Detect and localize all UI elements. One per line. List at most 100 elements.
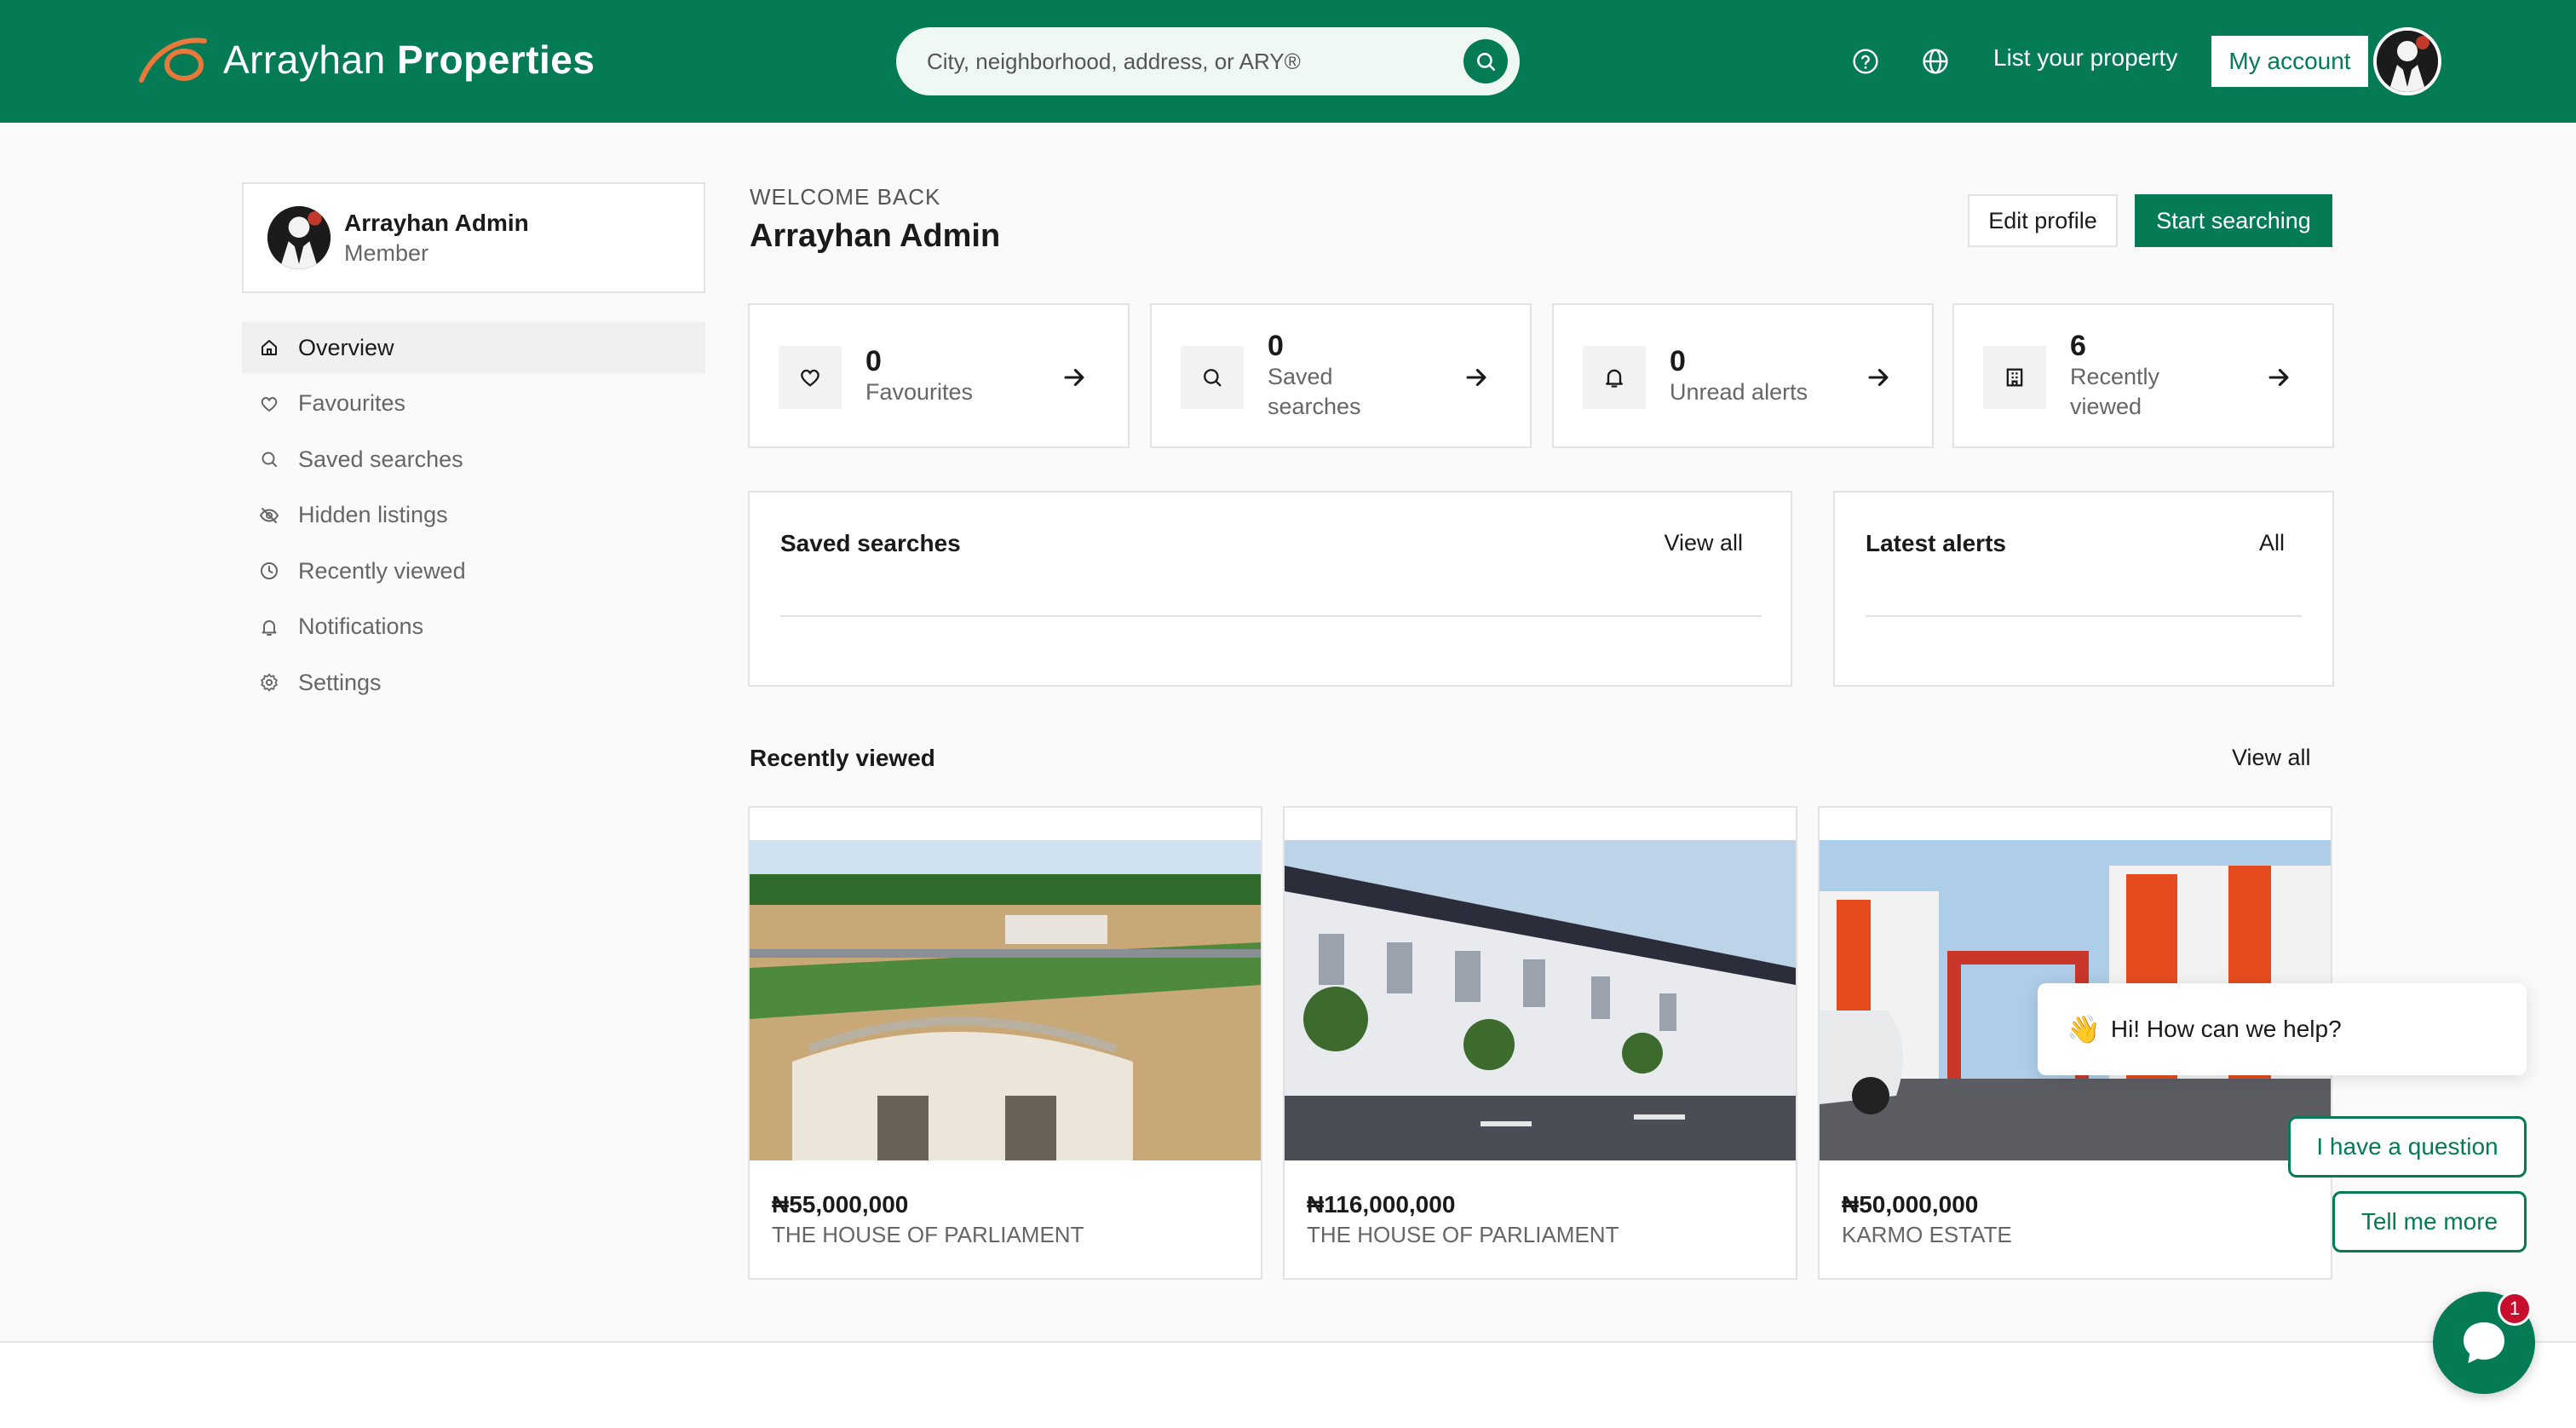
sidebar-item-favourites[interactable]: Favourites bbox=[242, 378, 705, 429]
arrow-right-icon bbox=[1868, 368, 1889, 387]
gear-icon bbox=[261, 673, 278, 692]
notification-badge: 1 bbox=[2498, 1292, 2532, 1326]
my-account-button[interactable]: My account bbox=[2211, 36, 2368, 87]
list-property-link[interactable]: List your property bbox=[1993, 44, 2177, 72]
sidebar-item-saved-searches[interactable]: Saved searches bbox=[242, 434, 705, 485]
search-input[interactable] bbox=[927, 27, 1438, 95]
edit-profile-button[interactable]: Edit profile bbox=[1968, 194, 2118, 247]
sidebar-item-notifications[interactable]: Notifications bbox=[242, 602, 705, 653]
sidebar-nav: Overview Favourites Saved searches Hidde… bbox=[242, 322, 705, 713]
stat-label: Unread alerts bbox=[1670, 378, 1808, 405]
sidebar-item-label: Hidden listings bbox=[298, 502, 448, 527]
arrow-right-icon bbox=[1466, 368, 1486, 387]
heart-icon bbox=[261, 396, 278, 412]
sidebar-item-settings[interactable]: Settings bbox=[242, 657, 705, 708]
property-photo bbox=[750, 840, 1261, 1160]
property-name: THE HOUSE OF PARLIAMENT bbox=[772, 1222, 1084, 1247]
chat-bubble-icon bbox=[2464, 1322, 2504, 1363]
stat-card-recently-viewed[interactable]: 6 Recently viewed bbox=[1952, 303, 2334, 448]
sidebar-item-hidden-listings[interactable]: Hidden listings bbox=[242, 490, 705, 541]
view-all-recently-viewed-link[interactable]: View all bbox=[2232, 745, 2311, 771]
stat-card-favourites[interactable]: 0 Favourites bbox=[748, 303, 1130, 448]
search-bar bbox=[896, 27, 1520, 95]
heart-icon bbox=[801, 369, 819, 387]
property-price: ₦55,000,000 bbox=[772, 1191, 909, 1218]
latest-alerts-panel: Latest alerts All bbox=[1833, 491, 2334, 687]
language-button[interactable] bbox=[1917, 43, 1954, 80]
search-icon bbox=[262, 452, 277, 467]
bell-icon bbox=[262, 619, 277, 636]
stat-value: 0 bbox=[1670, 344, 1686, 377]
property-photo bbox=[1285, 840, 1796, 1160]
stat-label: Saved searches bbox=[1268, 364, 1361, 419]
profile-card: Arrayhan Admin Member bbox=[242, 182, 705, 293]
arrow-right-icon bbox=[1064, 368, 1084, 387]
divider bbox=[780, 615, 1762, 617]
sidebar-item-label: Recently viewed bbox=[298, 557, 466, 584]
help-circle-icon bbox=[1853, 49, 1878, 74]
brand-name: Arrayhan Properties bbox=[223, 37, 595, 82]
stat-icon-box bbox=[1583, 346, 1646, 409]
stat-card-saved-searches[interactable]: 0 Saved searches bbox=[1150, 303, 1532, 448]
panel-title: Latest alerts bbox=[1866, 530, 2006, 556]
chat-greeting-text: Hi! How can we help? bbox=[2110, 1016, 2342, 1042]
search-icon bbox=[1204, 369, 1222, 387]
panel-title: Saved searches bbox=[780, 530, 961, 556]
property-image bbox=[1285, 840, 1796, 1160]
sidebar-item-label: Notifications bbox=[298, 613, 424, 639]
avatar-image bbox=[2377, 31, 2438, 92]
logo-icon bbox=[139, 37, 207, 83]
sidebar-item-label: Overview bbox=[298, 334, 394, 360]
avatar-image bbox=[267, 206, 331, 269]
stat-label: Recently viewed bbox=[2070, 364, 2160, 419]
search-button[interactable] bbox=[1463, 39, 1508, 83]
property-card[interactable]: ₦55,000,000 THE HOUSE OF PARLIAMENT bbox=[748, 806, 1262, 1280]
property-card[interactable]: ₦116,000,000 THE HOUSE OF PARLIAMENT bbox=[1283, 806, 1797, 1280]
eye-off-icon bbox=[259, 507, 279, 523]
property-name: KARMO ESTATE bbox=[1842, 1222, 2012, 1247]
brand-logo[interactable]: Arrayhan Properties bbox=[136, 34, 595, 85]
welcome-label: WELCOME BACK bbox=[750, 184, 941, 210]
profile-role: Member bbox=[344, 240, 429, 266]
arrow-right-icon bbox=[2268, 368, 2289, 387]
globe-icon bbox=[1923, 49, 1948, 74]
stat-icon-box bbox=[779, 346, 842, 409]
stat-value: 6 bbox=[2070, 330, 2086, 362]
avatar[interactable] bbox=[2373, 27, 2441, 95]
building-icon bbox=[2006, 368, 2023, 387]
help-button[interactable] bbox=[1847, 43, 1884, 80]
top-navbar: Arrayhan Properties List your property M… bbox=[0, 0, 2576, 123]
sidebar-item-overview[interactable]: Overview bbox=[242, 322, 705, 373]
property-price: ₦50,000,000 bbox=[1842, 1191, 1979, 1218]
chat-greeting-bubble: 👋 Hi! How can we help? bbox=[2038, 983, 2527, 1075]
property-image bbox=[750, 840, 1261, 1160]
saved-searches-panel: Saved searches View all bbox=[748, 491, 1792, 687]
stat-icon-box bbox=[1983, 346, 2046, 409]
clock-icon bbox=[261, 562, 278, 579]
profile-name: Arrayhan Admin bbox=[344, 210, 529, 236]
view-all-saved-searches-link[interactable]: View all bbox=[1664, 530, 1743, 556]
property-price: ₦116,000,000 bbox=[1307, 1191, 1456, 1218]
search-icon bbox=[1477, 53, 1496, 72]
stat-card-unread-alerts[interactable]: 0 Unread alerts bbox=[1552, 303, 1934, 448]
stat-value: 0 bbox=[1268, 330, 1284, 362]
all-alerts-link[interactable]: All bbox=[2259, 530, 2285, 556]
sidebar-item-label: Favourites bbox=[298, 390, 406, 416]
divider bbox=[1866, 615, 2302, 617]
stat-icon-box bbox=[1181, 346, 1244, 409]
chat-option-tell-more[interactable]: Tell me more bbox=[2332, 1191, 2527, 1252]
chat-option-question[interactable]: I have a question bbox=[2288, 1116, 2527, 1178]
footer bbox=[0, 1341, 2576, 1428]
sidebar-item-label: Settings bbox=[298, 669, 382, 695]
avatar bbox=[267, 206, 331, 269]
bell-icon bbox=[1606, 369, 1623, 388]
sidebar-item-recently-viewed[interactable]: Recently viewed bbox=[242, 545, 705, 596]
page-title: Arrayhan Admin bbox=[750, 218, 1001, 254]
stat-value: 0 bbox=[865, 344, 882, 377]
property-name: THE HOUSE OF PARLIAMENT bbox=[1307, 1222, 1619, 1247]
home-icon bbox=[262, 340, 277, 355]
sidebar-item-label: Saved searches bbox=[298, 446, 463, 472]
stat-label: Favourites bbox=[865, 378, 974, 405]
start-searching-button[interactable]: Start searching bbox=[2135, 194, 2332, 247]
section-title: Recently viewed bbox=[750, 745, 935, 771]
